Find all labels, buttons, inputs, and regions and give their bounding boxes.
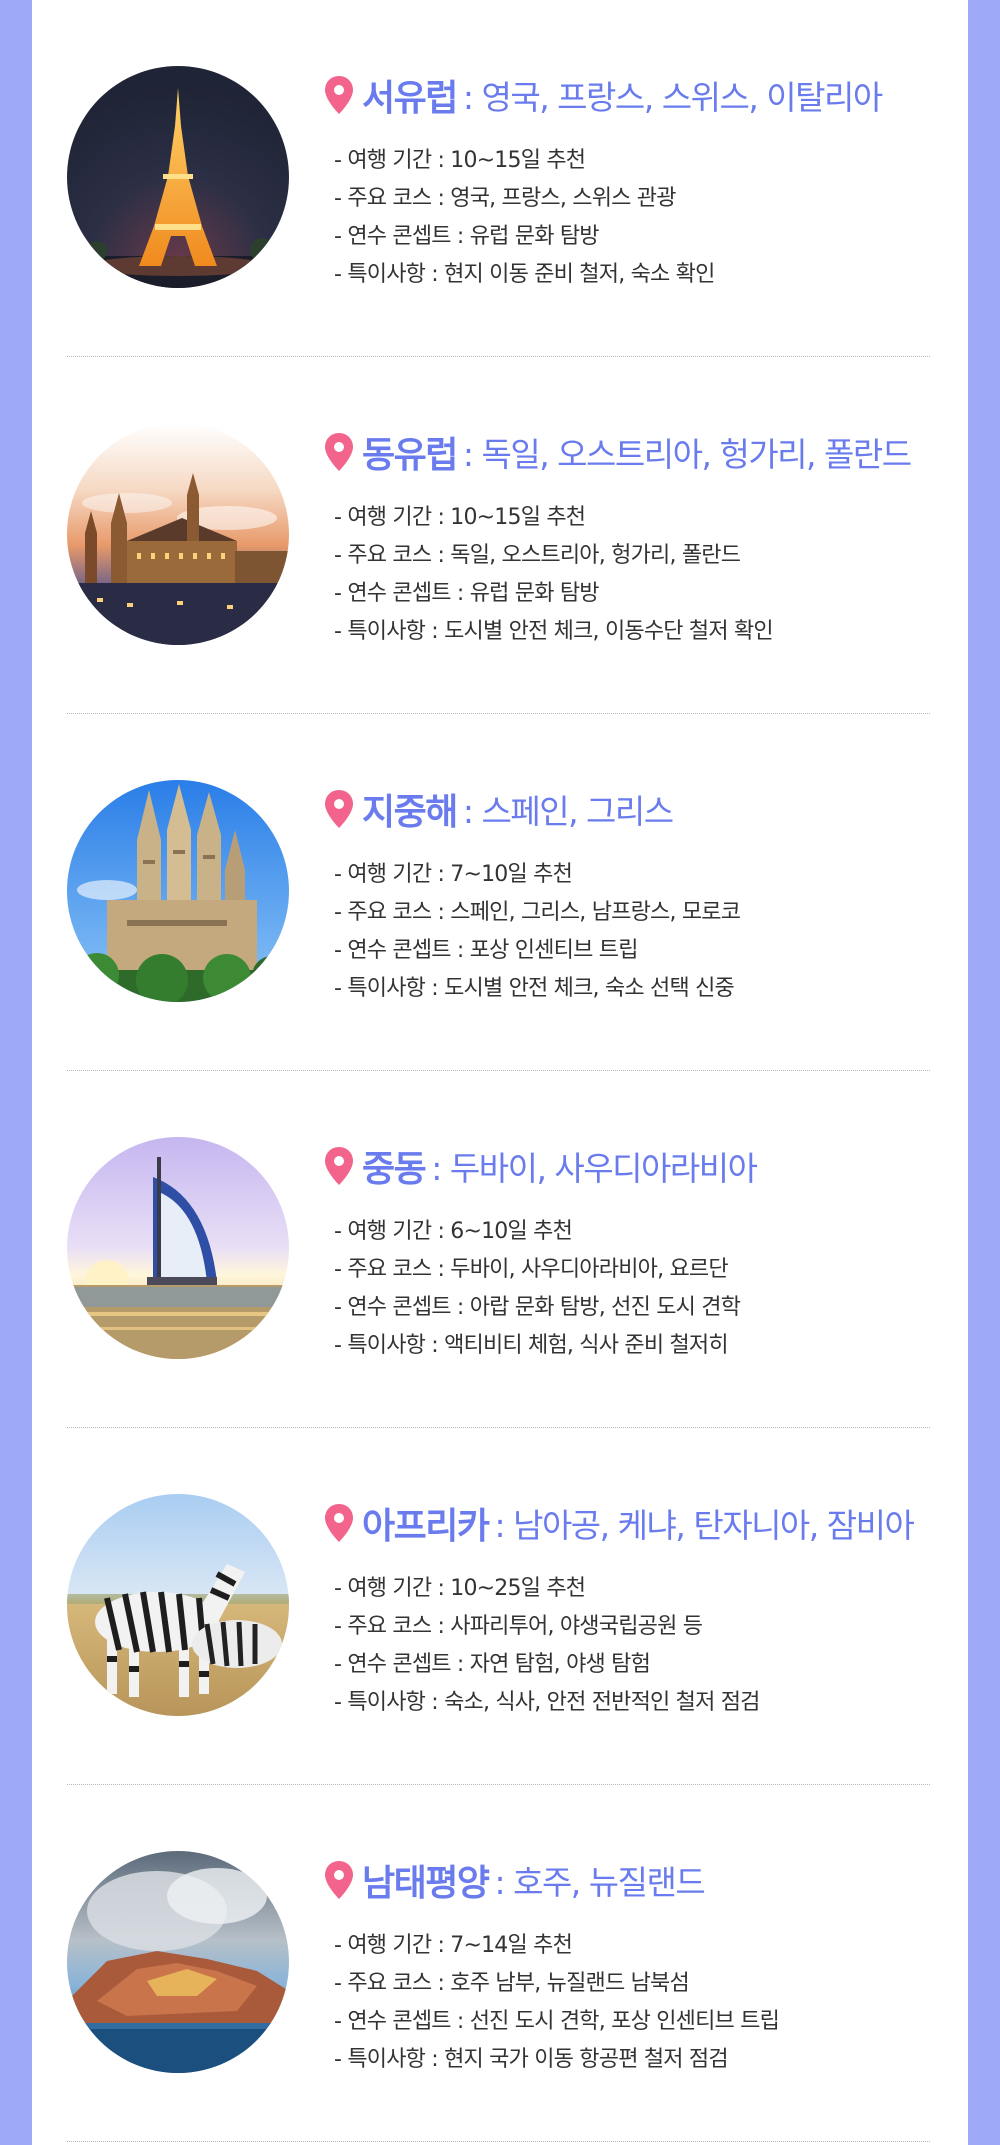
detail-course: - 주요 코스 : 두바이, 사우디아라비아, 요르단 [334, 1257, 729, 1282]
location-pin-icon [325, 1861, 353, 1899]
region-info: 동유럽 : 독일, 오스트리아, 헝가리, 폴란드 - 여행 기간 : 10~1… [324, 423, 964, 651]
region-details: - 여행 기간 : 7~10일 추천 - 주요 코스 : 스페인, 그리스, 남… [324, 856, 964, 1008]
region-info: 아프리카 : 남아공, 케냐, 탄자니아, 잠비아 - 여행 기간 : 10~2… [324, 1494, 964, 1722]
region-name: 서유럽 [362, 78, 458, 119]
region-heading: 아프리카 : 남아공, 케냐, 탄자니아, 잠비아 [324, 1494, 964, 1552]
region-details: - 여행 기간 : 10~25일 추천 - 주요 코스 : 사파리투어, 야생국… [324, 1570, 964, 1722]
region-heading: 동유럽 : 독일, 오스트리아, 헝가리, 폴란드 [324, 423, 964, 481]
detail-concept: - 연수 콘셉트 : 포상 인센티브 트립 [334, 938, 638, 963]
region-info: 지중해 : 스페인, 그리스 - 여행 기간 : 7~10일 추천 - 주요 코… [324, 780, 964, 1008]
detail-notes: - 특이사항 : 액티비티 체험, 식사 준비 철저히 [334, 1333, 729, 1358]
location-pin-icon [325, 790, 353, 828]
detail-course: - 주요 코스 : 사파리투어, 야생국립공원 등 [334, 1614, 703, 1639]
region-card-western-europe: 서유럽 : 영국, 프랑스, 스위스, 이탈리아 - 여행 기간 : 10~15… [32, 0, 968, 357]
detail-duration: - 여행 기간 : 6~10일 추천 [334, 1219, 573, 1244]
region-details: - 여행 기간 : 10~15일 추천 - 주요 코스 : 영국, 프랑스, 스… [324, 142, 964, 294]
region-heading: 중동 : 두바이, 사우디아라비아 [324, 1137, 964, 1195]
detail-concept: - 연수 콘셉트 : 아랍 문화 탐방, 선진 도시 견학 [334, 1295, 741, 1320]
region-card-middle-east: 중동 : 두바이, 사우디아라비아 - 여행 기간 : 6~10일 추천 - 주… [32, 1071, 968, 1428]
region-info: 중동 : 두바이, 사우디아라비아 - 여행 기간 : 6~10일 추천 - 주… [324, 1137, 964, 1365]
divider [67, 2141, 930, 2142]
region-name: 동유럽 [362, 435, 458, 476]
region-card-eastern-europe: 동유럽 : 독일, 오스트리아, 헝가리, 폴란드 - 여행 기간 : 10~1… [32, 357, 968, 714]
region-heading: 남태평양 : 호주, 뉴질랜드 [324, 1851, 964, 1909]
region-countries: : 호주, 뉴질랜드 [494, 1863, 705, 1902]
detail-duration: - 여행 기간 : 10~15일 추천 [334, 505, 586, 530]
region-name: 아프리카 [362, 1506, 490, 1547]
region-card-south-pacific: 남태평양 : 호주, 뉴질랜드 - 여행 기간 : 7~14일 추천 - 주요 … [32, 1785, 968, 2142]
region-countries: : 독일, 오스트리아, 헝가리, 폴란드 [462, 435, 912, 474]
detail-notes: - 특이사항 : 숙소, 식사, 안전 전반적인 철저 점검 [334, 1690, 760, 1715]
photo-volcanic-island [67, 1851, 289, 2073]
region-countries: : 남아공, 케냐, 탄자니아, 잠비아 [494, 1506, 914, 1545]
location-pin-icon [325, 1147, 353, 1185]
detail-concept: - 연수 콘셉트 : 자연 탐험, 야생 탐험 [334, 1652, 651, 1677]
region-name: 남태평양 [362, 1863, 490, 1904]
region-info: 남태평양 : 호주, 뉴질랜드 - 여행 기간 : 7~14일 추천 - 주요 … [324, 1851, 964, 2079]
photo-prague-castle [67, 423, 289, 645]
detail-concept: - 연수 콘셉트 : 선진 도시 견학, 포상 인센티브 트립 [334, 2009, 780, 2034]
region-details: - 여행 기간 : 10~15일 추천 - 주요 코스 : 독일, 오스트리아,… [324, 499, 964, 651]
region-heading: 지중해 : 스페인, 그리스 [324, 780, 964, 838]
region-countries: : 두바이, 사우디아라비아 [431, 1149, 758, 1188]
region-info: 서유럽 : 영국, 프랑스, 스위스, 이탈리아 - 여행 기간 : 10~15… [324, 66, 964, 294]
detail-duration: - 여행 기간 : 7~10일 추천 [334, 862, 573, 887]
detail-course: - 주요 코스 : 호주 남부, 뉴질랜드 남북섬 [334, 1971, 690, 1996]
detail-duration: - 여행 기간 : 10~15일 추천 [334, 148, 586, 173]
region-countries: : 스페인, 그리스 [462, 792, 674, 831]
region-card-mediterranean: 지중해 : 스페인, 그리스 - 여행 기간 : 7~10일 추천 - 주요 코… [32, 714, 968, 1071]
location-pin-icon [325, 433, 353, 471]
region-card-africa: 아프리카 : 남아공, 케냐, 탄자니아, 잠비아 - 여행 기간 : 10~2… [32, 1428, 968, 1785]
photo-zebras [67, 1494, 289, 1716]
location-pin-icon [325, 76, 353, 114]
region-details: - 여행 기간 : 6~10일 추천 - 주요 코스 : 두바이, 사우디아라비… [324, 1213, 964, 1365]
photo-eiffel-tower [67, 66, 289, 288]
region-countries: : 영국, 프랑스, 스위스, 이탈리아 [462, 78, 883, 117]
region-name: 중동 [362, 1149, 427, 1190]
detail-notes: - 특이사항 : 현지 국가 이동 항공편 철저 점검 [334, 2047, 729, 2072]
detail-course: - 주요 코스 : 독일, 오스트리아, 헝가리, 폴란드 [334, 543, 741, 568]
detail-notes: - 특이사항 : 도시별 안전 체크, 이동수단 철저 확인 [334, 619, 774, 644]
photo-sagrada-familia [67, 780, 289, 1002]
content-panel: 서유럽 : 영국, 프랑스, 스위스, 이탈리아 - 여행 기간 : 10~15… [32, 0, 968, 2145]
detail-course: - 주요 코스 : 스페인, 그리스, 남프랑스, 모로코 [334, 900, 741, 925]
detail-concept: - 연수 콘셉트 : 유럽 문화 탐방 [334, 224, 600, 249]
detail-notes: - 특이사항 : 현지 이동 준비 철저, 숙소 확인 [334, 262, 715, 287]
region-name: 지중해 [362, 792, 458, 833]
detail-duration: - 여행 기간 : 10~25일 추천 [334, 1576, 586, 1601]
detail-notes: - 특이사항 : 도시별 안전 체크, 숙소 선택 신중 [334, 976, 735, 1001]
region-heading: 서유럽 : 영국, 프랑스, 스위스, 이탈리아 [324, 66, 964, 124]
detail-concept: - 연수 콘셉트 : 유럽 문화 탐방 [334, 581, 600, 606]
detail-course: - 주요 코스 : 영국, 프랑스, 스위스 관광 [334, 186, 676, 211]
location-pin-icon [325, 1504, 353, 1542]
region-details: - 여행 기간 : 7~14일 추천 - 주요 코스 : 호주 남부, 뉴질랜드… [324, 1927, 964, 2079]
detail-duration: - 여행 기간 : 7~14일 추천 [334, 1933, 573, 1958]
photo-burj-al-arab [67, 1137, 289, 1359]
